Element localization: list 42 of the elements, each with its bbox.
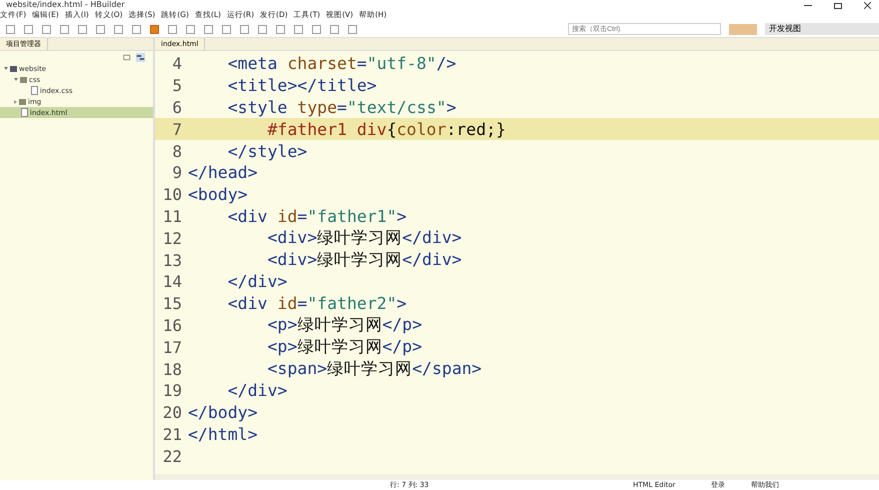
code-line: <div id="father1"> <box>226 206 407 226</box>
line-number: 13 <box>162 250 183 270</box>
code-line: <div>绿叶学习网</div> <box>266 227 462 250</box>
line-number: 10 <box>162 185 183 204</box>
code-line: </div> <box>226 272 288 292</box>
line-number: 11 <box>162 206 183 226</box>
line-number: 21 <box>162 424 183 444</box>
code-line: <p>绿叶学习网</p> <box>266 336 422 358</box>
line-number: 17 <box>162 338 183 357</box>
line-number: 16 <box>162 316 183 335</box>
code-line: <span>绿叶学习网</span> <box>266 358 482 380</box>
code-line: </html> <box>188 424 258 444</box>
line-number: 22 <box>162 446 183 466</box>
collapse-icon[interactable] <box>123 52 132 62</box>
line-number: 12 <box>162 228 183 248</box>
code-line: <style type="text/css"> <box>226 98 456 117</box>
code-line: <div>绿叶学习网</div> <box>266 249 462 272</box>
code-line: </style> <box>226 142 308 161</box>
line-number: 5 <box>171 76 183 96</box>
line-number: 20 <box>162 403 183 422</box>
code-line: </head> <box>188 163 258 182</box>
line-number: 7 <box>171 120 183 139</box>
line-number: 18 <box>162 360 183 379</box>
line-number: 6 <box>171 98 183 117</box>
code-line: <title></title> <box>226 76 377 96</box>
toolbar-button[interactable] <box>729 24 757 34</box>
line-number: 8 <box>171 142 183 161</box>
perspective-dropdown[interactable]: 开发视图 <box>765 23 879 35</box>
code-line: <body> <box>188 185 248 204</box>
code-line: <div id="father2"> <box>226 294 407 314</box>
code-line: </div> <box>226 381 288 400</box>
line-number: 19 <box>162 381 183 400</box>
line-number: 15 <box>162 294 183 314</box>
code-line: <p>绿叶学习网</p> <box>266 314 422 336</box>
code-line: #father1 div{color:red;} <box>266 120 506 139</box>
line-number: 9 <box>171 163 183 182</box>
close-icon[interactable] <box>864 2 871 9</box>
window-title: website/index.html - HBuilder <box>5 0 125 9</box>
code-line: <meta charset="utf-8"/> <box>226 54 456 74</box>
line-number: 4 <box>171 54 183 74</box>
code-line: </body> <box>188 403 258 422</box>
line-number: 14 <box>162 272 183 292</box>
